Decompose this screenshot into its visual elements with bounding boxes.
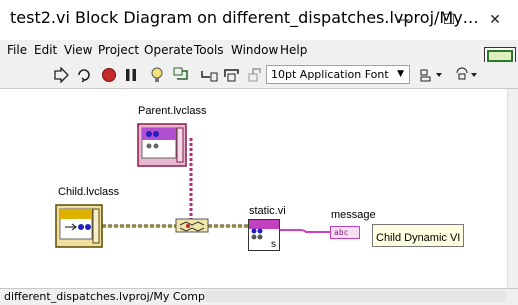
menu-view[interactable]: View — [64, 43, 92, 57]
static-vi-terminal-label: s — [271, 239, 276, 250]
to-more-specific-class-node[interactable] — [175, 218, 209, 233]
align-objects-icon[interactable] — [420, 66, 444, 84]
menu-help[interactable]: Help — [280, 43, 307, 57]
parent-class-label: Parent.lvclass — [138, 105, 207, 117]
highlight-execution-icon[interactable] — [148, 66, 166, 84]
project-path: different_dispatches.lvproj/My Computer — [4, 290, 228, 303]
run-arrow-icon[interactable] — [52, 66, 70, 84]
menu-operate[interactable]: Operate — [144, 43, 193, 57]
minimize-button[interactable]: — — [380, 0, 426, 40]
vertical-scrollbar[interactable] — [507, 89, 518, 288]
menu-project[interactable]: Project — [98, 43, 139, 57]
retain-wire-values-icon[interactable] — [173, 66, 191, 84]
menu-window[interactable]: Window — [231, 43, 278, 57]
reorder-icon[interactable] — [455, 66, 479, 84]
close-button[interactable]: ✕ — [472, 0, 518, 40]
parent-class-constant[interactable] — [137, 123, 187, 167]
menu-tools[interactable]: Tools — [194, 43, 224, 57]
child-class-label: Child.lvclass — [58, 186, 120, 198]
message-probe-text: Child Dynamic VI — [376, 232, 461, 244]
menu-edit[interactable]: Edit — [34, 43, 57, 57]
font-select[interactable]: 10pt Application Font ▼ — [266, 65, 410, 84]
pause-icon[interactable] — [122, 66, 140, 84]
chevron-down-icon: ▼ — [397, 69, 404, 79]
step-out-icon[interactable] — [246, 66, 264, 84]
message-indicator-type: abc — [334, 228, 349, 237]
abort-icon[interactable] — [100, 66, 118, 84]
step-into-icon[interactable] — [200, 66, 218, 84]
message-probe-value: Child Dynamic VI — [372, 224, 465, 247]
message-indicator-terminal[interactable]: abc — [330, 226, 360, 239]
maximize-button[interactable]: ☐ — [426, 0, 472, 40]
child-class-constant[interactable] — [55, 204, 103, 248]
run-continuously-icon[interactable] — [75, 66, 93, 84]
step-over-icon[interactable] — [223, 66, 241, 84]
static-vi-label: static.vi — [249, 205, 286, 217]
menu-file[interactable]: File — [7, 43, 27, 57]
font-select-value: 10pt Application Font — [271, 68, 389, 81]
horizontal-scrollbar[interactable] — [206, 290, 506, 302]
block-diagram-canvas[interactable]: Parent.lvclass Child.lvclass static.vi s… — [0, 89, 507, 288]
message-label: message — [331, 209, 376, 221]
string-wire[interactable] — [280, 229, 330, 233]
